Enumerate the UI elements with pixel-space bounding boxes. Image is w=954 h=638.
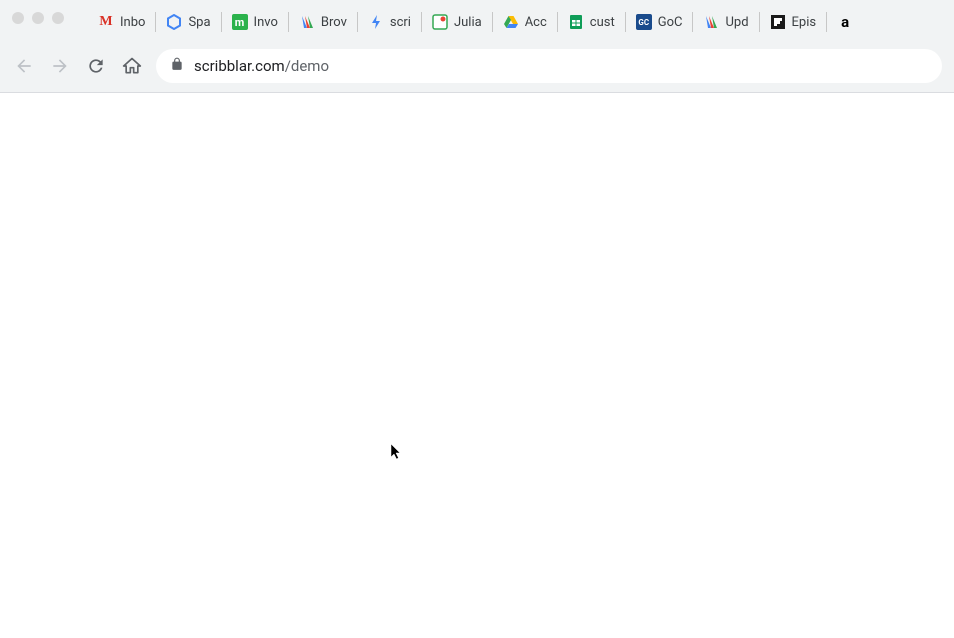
separator <box>557 12 558 32</box>
separator <box>421 12 422 32</box>
separator <box>155 12 156 32</box>
bookmark-brov[interactable]: Brov <box>293 10 353 34</box>
bolt-icon <box>368 14 384 30</box>
bookmark-epis[interactable]: Epis <box>764 10 823 34</box>
separator <box>759 12 760 32</box>
separator <box>288 12 289 32</box>
address-bar[interactable]: scribblar.com/demo <box>156 49 942 83</box>
bookmark-label: cust <box>590 15 615 30</box>
bookmark-goc[interactable]: GC GoC <box>630 10 689 34</box>
bookmark-label: scri <box>390 15 411 30</box>
navigation-toolbar: scribblar.com/demo <box>0 44 954 92</box>
bookmark-upd[interactable]: Upd <box>697 10 754 34</box>
bookmark-label: Brov <box>321 15 347 30</box>
home-icon <box>122 56 142 76</box>
maximize-window-button[interactable] <box>52 12 64 24</box>
bookmark-label: GoC <box>658 15 683 30</box>
bookmark-label: Acc <box>525 15 547 30</box>
url-host: scribblar.com <box>194 57 285 75</box>
back-button[interactable] <box>12 54 36 78</box>
hexagon-icon <box>166 14 182 30</box>
window-controls <box>0 4 76 32</box>
gmail-icon: M <box>98 14 114 30</box>
flipboard-icon <box>770 14 786 30</box>
home-button[interactable] <box>120 54 144 78</box>
bookmark-acc[interactable]: Acc <box>497 10 553 34</box>
separator <box>221 12 222 32</box>
bookmark-julia[interactable]: Julia <box>426 10 488 34</box>
close-window-button[interactable] <box>12 12 24 24</box>
separator <box>492 12 493 32</box>
julia-icon <box>432 14 448 30</box>
separator <box>826 12 827 32</box>
minimize-window-button[interactable] <box>32 12 44 24</box>
reload-icon <box>86 56 106 76</box>
bookmark-label: Spa <box>188 15 210 30</box>
tricolor-icon <box>703 14 719 30</box>
arrow-right-icon <box>50 56 70 76</box>
lock-icon <box>170 57 184 75</box>
bookmark-label: Upd <box>725 15 748 30</box>
bookmark-label: Julia <box>454 15 482 30</box>
tricolor-icon <box>299 14 315 30</box>
gsheets-icon <box>568 14 584 30</box>
separator <box>357 12 358 32</box>
separator <box>692 12 693 32</box>
bookmark-label: Epis <box>792 15 817 30</box>
bookmark-label: Inbo <box>120 15 145 30</box>
bookmark-bar: M Inbo Spa m Invo Brov scri <box>0 0 954 44</box>
page-content <box>0 93 954 638</box>
forward-button[interactable] <box>48 54 72 78</box>
url-text: scribblar.com/demo <box>194 57 329 75</box>
bookmark-gmail[interactable]: M Inbo <box>92 10 151 34</box>
m-icon: m <box>232 14 248 30</box>
bookmark-spa[interactable]: Spa <box>160 10 216 34</box>
arrow-left-icon <box>14 56 34 76</box>
bookmark-invo[interactable]: m Invo <box>226 10 284 34</box>
separator <box>625 12 626 32</box>
gc-badge-icon: GC <box>636 14 652 30</box>
bookmark-cust[interactable]: cust <box>562 10 621 34</box>
cursor-icon <box>390 443 404 465</box>
url-path: /demo <box>285 57 329 75</box>
amazon-icon: a <box>837 14 853 30</box>
bookmark-scri[interactable]: scri <box>362 10 417 34</box>
bookmark-label: Invo <box>254 15 278 30</box>
reload-button[interactable] <box>84 54 108 78</box>
bookmark-amazon[interactable]: a <box>831 10 865 34</box>
gdrive-icon <box>503 14 519 30</box>
